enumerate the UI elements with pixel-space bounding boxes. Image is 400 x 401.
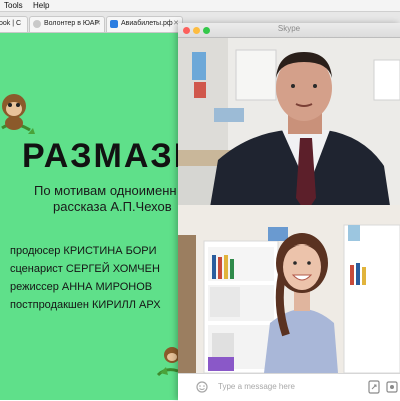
tab-aviabilety[interactable]: Авиабилеты.рф ✕ — [106, 16, 183, 33]
monkey-illustration — [156, 347, 180, 377]
media-icon[interactable] — [386, 380, 398, 394]
skype-titlebar: Skype — [178, 23, 400, 38]
chat-message-input[interactable]: Type a message here — [218, 382, 295, 391]
tab-label: Волонтер в ЮАР — [44, 20, 100, 27]
slide-subtitle-line-1: По мотивам одноименн — [34, 183, 177, 198]
tab-facebook[interactable]: ook | C — [0, 16, 28, 33]
skype-window: Skype Type a message here — [178, 23, 400, 401]
send-file-icon[interactable] — [368, 380, 380, 394]
tab-label: ook | C — [0, 20, 22, 27]
monkey-illustration — [1, 94, 35, 134]
chat-input-bar: Type a message here — [178, 373, 400, 401]
local-video-feed[interactable] — [178, 205, 400, 373]
credit-screenwriter: сценарист СЕРГЕЙ ХОМЧЕН — [10, 263, 160, 275]
menu-tools[interactable]: Tools — [4, 0, 23, 11]
menu-help[interactable]: Help — [33, 0, 49, 11]
slide-subtitle-line-2: рассказа А.П.Чехов — [53, 199, 172, 214]
plane-icon — [110, 20, 118, 28]
credit-producer: продюсер КРИСТИНА БОРИ — [10, 245, 157, 257]
globe-icon — [33, 20, 41, 28]
skype-window-title: Skype — [277, 24, 301, 33]
remote-video-feed[interactable] — [178, 38, 400, 219]
emoji-icon[interactable] — [196, 381, 208, 393]
man-video-image — [178, 38, 400, 219]
tab-label: Авиабилеты.рф — [121, 20, 173, 27]
credit-postproduction: постпродакшен КИРИЛЛ АРХ — [10, 299, 161, 311]
close-icon[interactable]: ✕ — [95, 17, 101, 31]
woman-video-image — [178, 205, 400, 373]
menu-bar: Tools Help — [0, 0, 400, 12]
tab-volunteer[interactable]: Волонтер в ЮАР ✕ — [29, 16, 105, 33]
credit-director: режиссер АННА МИРОНОВ — [10, 281, 153, 293]
slide-title: РАЗМАЗН — [22, 137, 201, 175]
